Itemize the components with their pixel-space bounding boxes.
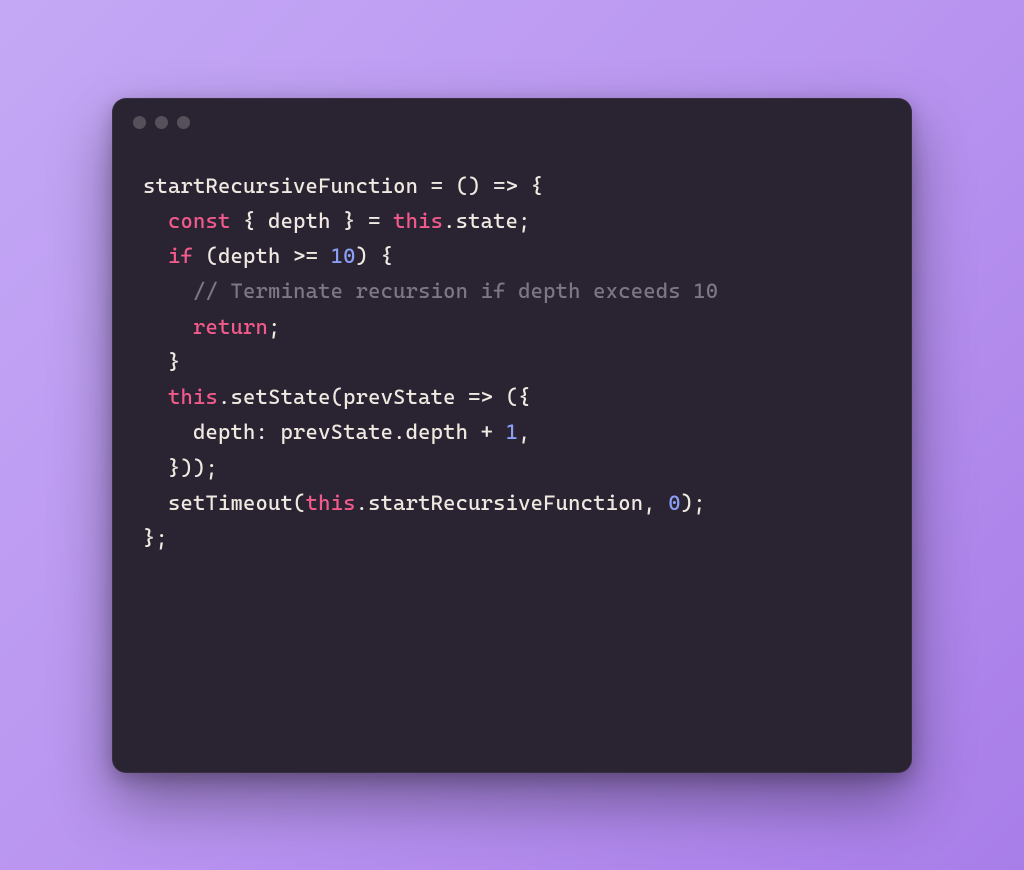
code-token: // Terminate recursion if depth exceeds … xyxy=(193,279,718,303)
code-token: 10 xyxy=(331,244,356,268)
code-token: { xyxy=(518,174,543,198)
code-token: (depth >= xyxy=(193,244,331,268)
code-line: return; xyxy=(143,310,881,345)
code-window: startRecursiveFunction = () => { const {… xyxy=(112,98,912,773)
code-line: startRecursiveFunction = () => { xyxy=(143,169,881,204)
code-line: }; xyxy=(143,521,881,556)
code-token xyxy=(143,209,168,233)
code-token: 0 xyxy=(668,491,681,515)
code-token: this xyxy=(306,491,356,515)
code-token: setTimeout( xyxy=(143,491,306,515)
code-line: // Terminate recursion if depth exceeds … xyxy=(143,274,881,309)
window-control-close-icon[interactable] xyxy=(133,116,146,129)
code-token: } xyxy=(143,350,181,374)
code-token: ); xyxy=(681,491,706,515)
window-control-minimize-icon[interactable] xyxy=(155,116,168,129)
code-token: ) { xyxy=(356,244,394,268)
code-token: return xyxy=(193,315,268,339)
code-token: startRecursiveFunction = () xyxy=(143,174,493,198)
code-token xyxy=(143,385,168,409)
code-token: .startRecursiveFunction, xyxy=(356,491,669,515)
code-line: })); xyxy=(143,451,881,486)
code-token: this xyxy=(168,385,218,409)
code-token xyxy=(143,315,193,339)
code-token xyxy=(143,279,193,303)
code-line: this.setState(prevState => ({ xyxy=(143,380,881,415)
code-token: ({ xyxy=(493,385,531,409)
window-titlebar xyxy=(113,99,911,147)
code-token: .state; xyxy=(443,209,531,233)
code-line: const { depth } = this.state; xyxy=(143,204,881,239)
code-line: setTimeout(this.startRecursiveFunction, … xyxy=(143,486,881,521)
code-token: , xyxy=(518,420,531,444)
code-token: this xyxy=(393,209,443,233)
code-token: }; xyxy=(143,526,168,550)
code-line: if (depth >= 10) { xyxy=(143,239,881,274)
code-token: .setState(prevState xyxy=(218,385,468,409)
window-control-zoom-icon[interactable] xyxy=(177,116,190,129)
code-token: })); xyxy=(143,456,218,480)
code-token: if xyxy=(168,244,193,268)
code-line: depth: prevState.depth + 1, xyxy=(143,415,881,450)
code-token xyxy=(143,244,168,268)
code-token: { depth } = xyxy=(231,209,394,233)
code-token: ; xyxy=(268,315,281,339)
code-token: depth: prevState.depth + xyxy=(143,420,506,444)
code-block: startRecursiveFunction = () => { const {… xyxy=(113,147,911,587)
code-token: const xyxy=(168,209,231,233)
code-token: 1 xyxy=(506,420,519,444)
code-token: => xyxy=(493,174,518,198)
code-line: } xyxy=(143,345,881,380)
code-token: => xyxy=(468,385,493,409)
